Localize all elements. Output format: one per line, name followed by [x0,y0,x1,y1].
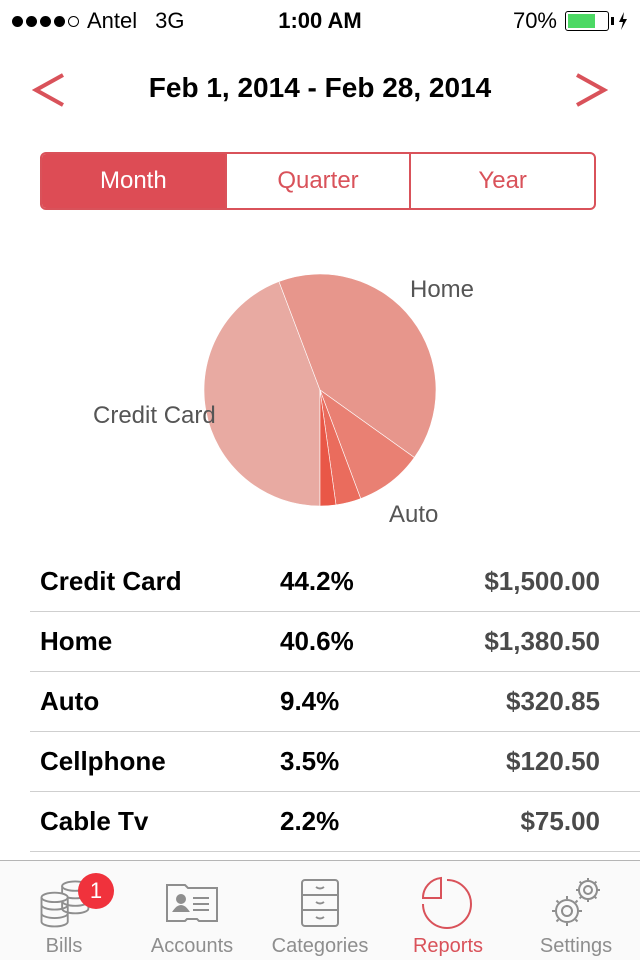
category-percent: 40.6% [280,626,354,656]
tab-settings[interactable]: Settings [512,861,640,960]
contact-card-icon [162,873,222,933]
bills-badge: 1 [78,873,114,909]
tab-label: Categories [271,935,369,957]
segment-year[interactable]: Year [409,154,594,208]
category-amount: $1,500.00 [484,566,600,596]
category-name: Home [40,626,113,656]
pie-label-auto: Auto [389,501,439,528]
date-header: Feb 1, 2014 - Feb 28, 2014 [0,60,640,120]
date-range-title: Feb 1, 2014 - Feb 28, 2014 [148,72,492,103]
tab-accounts[interactable]: Accounts [128,861,256,960]
tab-reports[interactable]: Reports [384,861,512,960]
status-bar: Antel 3G 1:00 AM 70% [0,0,640,40]
status-right: 70% [513,8,628,34]
gears-icon [546,873,606,933]
file-cabinet-icon [290,873,350,933]
tab-label: Bills [45,935,83,957]
tab-bills[interactable]: 1 Bills [0,861,128,960]
battery-nub [611,17,614,25]
category-name: Cable Tv [40,806,149,836]
pie-label-home: Home [410,276,475,303]
chevron-right-icon [576,73,608,107]
category-name: Auto [40,686,100,716]
period-segmented-control: Month Quarter Year [40,152,596,210]
category-percent: 9.4% [280,686,340,716]
pie-chart-icon [418,873,478,933]
segment-quarter[interactable]: Quarter [224,154,410,208]
table-row[interactable]: Auto 9.4% $320.85 [30,672,640,732]
tab-categories[interactable]: Categories [256,861,384,960]
category-amount: $120.50 [506,746,600,776]
category-percent: 3.5% [280,746,340,776]
category-percent: 44.2% [280,566,354,596]
battery-percent: 70% [512,8,557,33]
category-amount: $1,380.50 [484,626,600,656]
table-row[interactable]: Home 40.6% $1,380.50 [30,612,640,672]
category-name: Cellphone [40,746,166,776]
tab-bar: 1 Bills Accounts Categories Reports Sett… [0,860,640,960]
table-row[interactable]: Cable Tv 2.2% $75.00 [30,792,640,852]
expense-pie-chart: Credit Card Home Auto [0,240,640,540]
table-row[interactable]: Credit Card 44.2% $1,500.00 [30,552,640,612]
category-amount: $320.85 [506,686,600,716]
category-percent: 2.2% [280,806,340,836]
tab-label: Accounts [150,935,234,957]
tab-label: Reports [412,935,484,957]
next-period-button[interactable] [566,60,616,120]
table-row[interactable]: Cellphone 3.5% $120.50 [30,732,640,792]
pie-label-credit-card: Credit Card [93,402,216,429]
category-name: Credit Card [40,566,182,596]
category-amount: $75.00 [520,806,600,836]
category-breakdown-table: Credit Card 44.2% $1,500.00 Home 40.6% $… [0,552,640,852]
tab-label: Settings [539,935,613,957]
battery-level [568,14,595,28]
segment-month[interactable]: Month [42,154,225,208]
pie-chart-svg [203,273,437,507]
battery-icon [565,11,609,31]
charging-bolt-icon [619,12,627,30]
